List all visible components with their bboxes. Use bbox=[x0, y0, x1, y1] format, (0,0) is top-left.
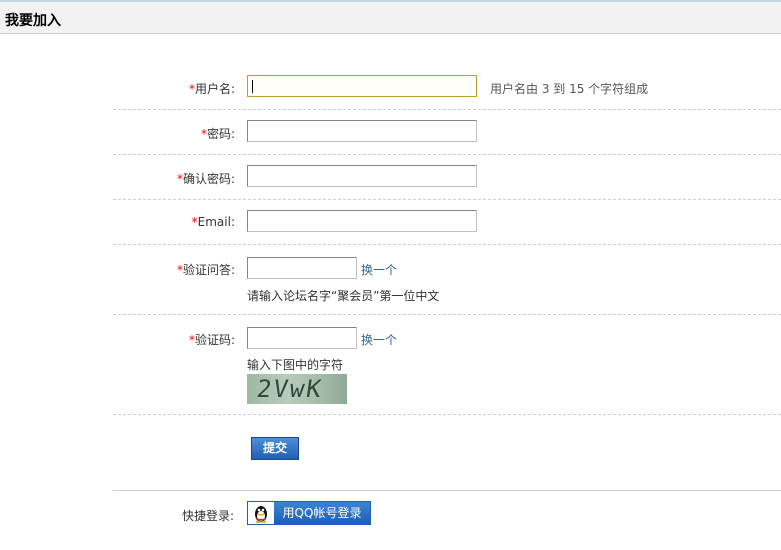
captcha-refresh-link[interactable]: 换一个 bbox=[361, 331, 397, 348]
email-label: *Email: bbox=[191, 215, 235, 229]
qq-login-button[interactable]: 用QQ帐号登录 bbox=[247, 501, 371, 525]
security-question-text: 请输入论坛名字“聚会员”第一位中文 bbox=[247, 289, 440, 303]
username-label: *用户名: bbox=[188, 82, 235, 96]
password-label: *密码: bbox=[200, 127, 235, 141]
captcha-image[interactable]: 2VwK bbox=[247, 374, 347, 404]
username-hint: 用户名由 3 到 15 个字符组成 bbox=[490, 82, 649, 96]
email-input[interactable] bbox=[247, 210, 477, 232]
quick-login-label: 快捷登录: bbox=[182, 509, 235, 523]
page-header: 我要加入 bbox=[0, 0, 781, 34]
confirm-password-input[interactable] bbox=[247, 165, 477, 187]
qq-login-label: 用QQ帐号登录 bbox=[274, 502, 370, 524]
text-caret bbox=[252, 80, 253, 93]
captcha-instruction: 输入下图中的字符 bbox=[247, 358, 344, 372]
qq-penguin-icon bbox=[248, 502, 274, 524]
security-question-row bbox=[113, 245, 781, 315]
username-input[interactable] bbox=[247, 75, 477, 97]
captcha-image-text: 2VwK bbox=[255, 375, 325, 403]
submit-button[interactable]: 提交 bbox=[251, 437, 299, 460]
password-input[interactable] bbox=[247, 120, 477, 142]
security-question-label: *验证问答: bbox=[176, 263, 235, 277]
security-answer-input[interactable] bbox=[247, 257, 357, 279]
confirm-password-label: *确认密码: bbox=[176, 172, 235, 186]
captcha-input[interactable] bbox=[247, 327, 357, 349]
security-question-refresh-link[interactable]: 换一个 bbox=[361, 261, 397, 278]
captcha-row bbox=[113, 315, 781, 415]
captcha-label: *验证码: bbox=[188, 333, 235, 347]
page-title: 我要加入 bbox=[5, 13, 61, 29]
divider bbox=[113, 490, 781, 491]
